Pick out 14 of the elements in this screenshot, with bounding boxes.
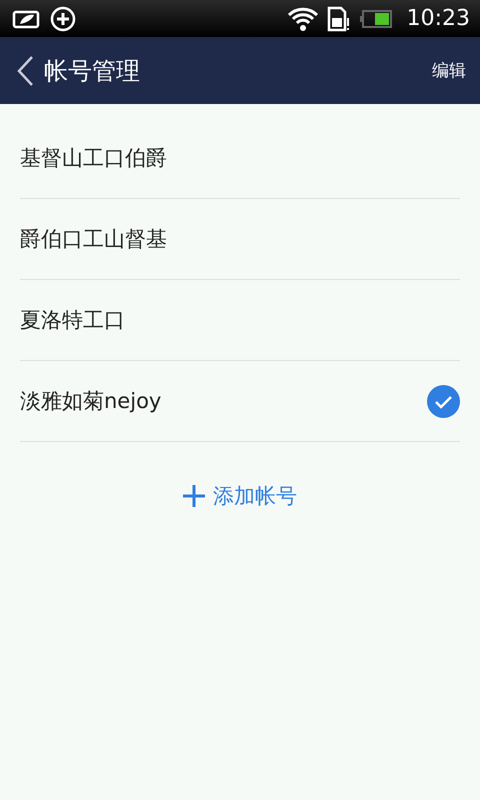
account-name[interactable]: 淡雅如菊nejoy [20,387,162,415]
edit-button[interactable]: 编辑 [432,59,466,82]
wifi-icon [286,6,319,32]
account-name[interactable]: 基督山工口伯爵 [20,144,167,172]
back-button[interactable] [16,54,34,86]
sim-card-icon [326,6,351,32]
account-name[interactable]: 夏洛特工口 [20,306,125,334]
header-title: 帐号管理 [44,56,141,86]
plus-circle-icon [50,6,76,32]
account-name[interactable]: 爵伯口工山督基 [20,225,167,253]
status-time: 10:23 [406,6,470,31]
plus-icon [183,485,205,507]
add-account-button[interactable]: 添加帐号 [183,482,297,510]
battery-icon [358,8,393,28]
